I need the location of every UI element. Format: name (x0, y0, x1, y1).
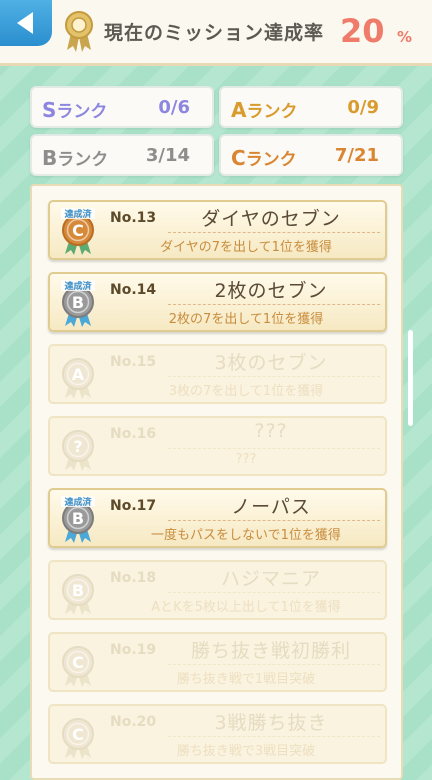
rank-count: 3/14 (145, 145, 190, 166)
rank-letter: B (72, 293, 84, 312)
rank-letter: A (72, 365, 85, 384)
mission-description: 一度もパスをしないで1位を獲得 (151, 528, 341, 543)
rank-count: 7/21 (334, 145, 379, 166)
mission-title: 勝ち抜き戦初勝利 (190, 640, 351, 662)
scrollbar[interactable] (408, 330, 413, 426)
rank-medal-icon: B達成済 (61, 496, 95, 543)
rank-summary-c: Cランク 7/21 (219, 134, 403, 176)
mission-description: 勝ち抜き戦で3戦目突破 (176, 744, 316, 759)
rank-medal-icon: B達成済 (61, 280, 95, 327)
rank-label: Sランク (42, 98, 108, 122)
mission-number: No.13 (110, 210, 157, 226)
mission-number: No.16 (110, 426, 157, 442)
mission-title: 2枚のセブン (214, 280, 328, 302)
mission-list-panel[interactable]: C 達成済 No.13 ダイヤのセブン ダイヤの7を出して1位を獲得 B 達成済 No.14 2… (30, 184, 403, 780)
mission-card[interactable]: C 達成済 No.13 ダイヤのセブンダイヤの7を出して1位を獲得 (48, 200, 387, 260)
back-button[interactable] (0, 0, 52, 46)
mission-title: 3枚のセブン (214, 352, 328, 374)
medal-icon (65, 11, 93, 52)
mission-title: 3戦勝ち抜き (214, 712, 328, 734)
rank-summary-b: Bランク 3/14 (30, 134, 214, 176)
back-arrow-icon (17, 12, 33, 34)
rank-label: Aランク (231, 98, 298, 122)
mission-number: No.18 (110, 570, 157, 586)
mission-title: ノーパス (231, 496, 311, 518)
rank-medal-icon: ? (62, 430, 94, 471)
mission-card[interactable]: B 達成済 No.17 ノーパス一度もパスをしないで1位を獲得 (48, 488, 387, 548)
rank-letter: ? (73, 437, 82, 456)
mission-divider (168, 664, 380, 665)
mission-divider (168, 232, 380, 233)
rank-letter: C (72, 653, 84, 672)
achievement-rate-value: 20 (340, 12, 385, 50)
rank-summary-s: Sランク 0/6 (30, 86, 214, 128)
achieved-badge: 達成済 (64, 208, 92, 220)
rank-medal-icon: A (62, 358, 94, 399)
mission-title: ハジマニア (220, 568, 321, 590)
mission-number: No.15 (110, 354, 157, 370)
rank-label: Cランク (231, 146, 297, 170)
achievement-rate-unit: % (397, 28, 413, 46)
mission-title: ??? (254, 420, 288, 442)
mission-card[interactable]: C No.20 3戦勝ち抜き勝ち抜き戦で3戦目突破 (48, 704, 387, 764)
mission-divider (168, 520, 380, 521)
achieved-badge: 達成済 (64, 496, 92, 508)
rank-medal-icon: B (62, 574, 94, 615)
header-bar: 現在のミッション達成率 20 % (0, 0, 432, 66)
mission-description: ダイヤの7を出して1位を獲得 (160, 240, 332, 255)
rank-letter: B (72, 581, 84, 600)
mission-card[interactable]: B No.18 ハジマニア AとKを5枚以上出して1位を獲得 (48, 560, 387, 620)
mission-divider (168, 592, 380, 593)
rank-letter: C (72, 725, 84, 744)
mission-description: 3枚の7を出して1位を獲得 (168, 384, 324, 399)
rank-medal-icon: C (62, 646, 94, 687)
mission-description: 2枚の7を出して1位を獲得 (168, 312, 324, 327)
rank-medal-icon: C (62, 718, 94, 759)
achieved-badge: 達成済 (64, 280, 92, 292)
header-title: 現在のミッション達成率 (104, 22, 325, 44)
mission-card[interactable]: B 達成済 No.14 2枚のセブン 2枚の7を出して1位を獲得 (48, 272, 387, 332)
mission-number: No.20 (110, 714, 157, 730)
mission-divider (168, 448, 380, 449)
mission-description: 勝ち抜き戦で1戦目突破 (176, 672, 316, 687)
mission-description: AとKを5枚以上出して1位を獲得 (151, 600, 341, 615)
rank-summary-a: Aランク 0/9 (219, 86, 403, 128)
rank-medal-icon: C達成済 (61, 208, 95, 255)
mission-card[interactable]: A No.15 3枚のセブン 3枚の7を出して1位を獲得 (48, 344, 387, 404)
mission-card[interactable]: C No.19 勝ち抜き戦初勝利勝ち抜き戦で1戦目突破 (48, 632, 387, 692)
rank-letter: B (72, 509, 84, 528)
rank-count: 0/9 (347, 97, 379, 118)
rank-count: 0/6 (158, 97, 190, 118)
mission-description: ??? (235, 452, 257, 467)
mission-divider (168, 304, 380, 305)
mission-divider (168, 736, 380, 737)
mission-card[interactable]: ? No.16?????? (48, 416, 387, 476)
mission-number: No.14 (110, 282, 157, 298)
mission-number: No.17 (110, 498, 157, 514)
mission-title: ダイヤのセブン (201, 208, 341, 230)
rank-label: Bランク (42, 146, 109, 170)
mission-number: No.19 (110, 642, 157, 658)
rank-letter: C (72, 221, 84, 240)
mission-divider (168, 376, 380, 377)
